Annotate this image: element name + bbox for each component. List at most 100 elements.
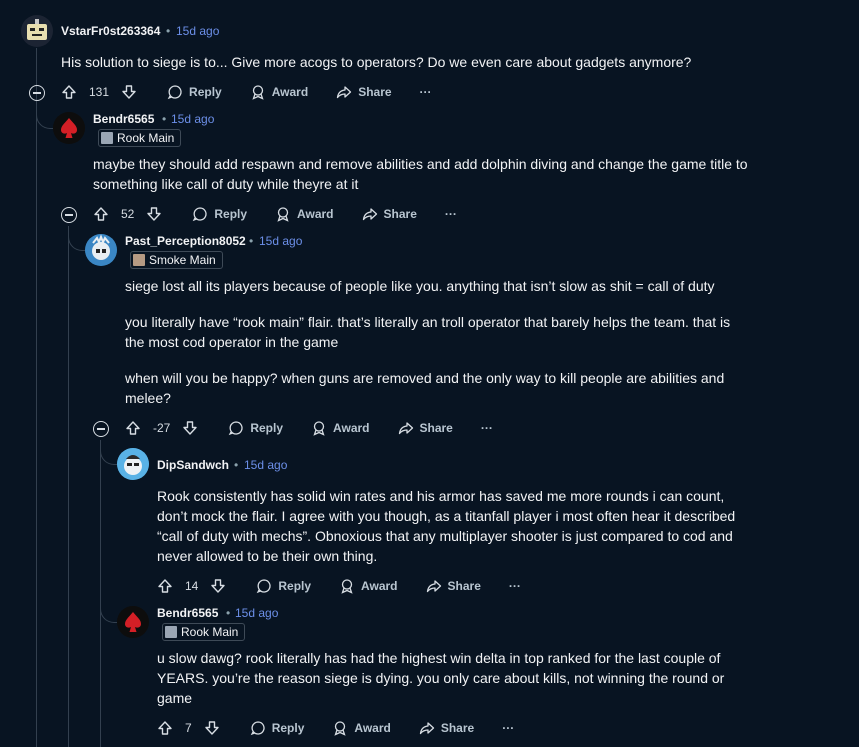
share-button[interactable]: Share: [336, 84, 392, 100]
reply-button[interactable]: Reply: [256, 578, 311, 594]
comment-actions: 131 Reply Award Share ···: [61, 82, 460, 102]
vote-score: 14: [185, 579, 199, 593]
award-button[interactable]: Award: [275, 206, 334, 222]
comment-timestamp[interactable]: 15d ago: [171, 112, 214, 126]
user-flair: Rook Main: [98, 129, 182, 147]
downvote-icon[interactable]: [204, 720, 220, 736]
comment-body: maybe they should add respawn and remove…: [93, 154, 753, 194]
award-button[interactable]: Award: [332, 720, 391, 736]
more-options-button[interactable]: ···: [420, 85, 432, 99]
share-button[interactable]: Share: [426, 578, 481, 594]
comment-body: siege lost all its players because of pe…: [125, 276, 745, 408]
vote-score: 131: [89, 85, 110, 99]
comment-author[interactable]: Past_Perception8052: [125, 234, 246, 248]
flair-text: Rook Main: [181, 625, 239, 639]
flair-text: Rook Main: [117, 131, 175, 145]
comment-author[interactable]: Bendr6565: [93, 112, 154, 126]
downvote-icon[interactable]: [210, 578, 226, 594]
share-icon: [426, 580, 441, 593]
separator-dot: •: [162, 112, 167, 126]
comment-timestamp[interactable]: 15d ago: [176, 24, 219, 38]
comment-actions: 14 Reply Award Share ···: [157, 576, 549, 596]
vote-group: 52: [93, 206, 162, 222]
vote-score: -27: [153, 421, 171, 435]
comment-actions: 52 Reply Award Share ···: [93, 204, 485, 224]
comment-paragraph: His solution to siege is to... Give more…: [61, 54, 692, 70]
upvote-icon[interactable]: [61, 84, 77, 100]
share-button[interactable]: Share: [362, 206, 417, 222]
share-icon: [362, 208, 377, 221]
collapse-thread-button[interactable]: [61, 207, 77, 223]
comment-paragraph: u slow dawg? rook literally has had the …: [157, 650, 725, 706]
avatar[interactable]: [21, 15, 53, 47]
comment-bubble-icon: [193, 207, 207, 222]
comment-actions: 7 Reply Award Share ···: [157, 718, 542, 738]
comment-timestamp[interactable]: 15d ago: [244, 458, 287, 472]
award-label: Award: [361, 579, 398, 593]
reply-button[interactable]: Reply: [250, 720, 305, 736]
separator-dot: •: [166, 24, 171, 38]
more-options-button[interactable]: ···: [445, 207, 457, 221]
comment-actions: -27 Reply Award Share ···: [125, 418, 521, 438]
comment-timestamp[interactable]: 15d ago: [259, 234, 302, 248]
vote-group: 131: [61, 84, 137, 100]
share-label: Share: [358, 85, 392, 99]
upvote-icon[interactable]: [157, 720, 173, 736]
reply-button[interactable]: Reply: [228, 420, 283, 436]
flair-icon: [165, 626, 177, 638]
award-button[interactable]: Award: [339, 578, 398, 594]
avatar[interactable]: [117, 448, 149, 480]
award-label: Award: [333, 421, 370, 435]
thread-connector: [100, 590, 119, 623]
share-button[interactable]: Share: [398, 420, 453, 436]
upvote-icon[interactable]: [157, 578, 173, 594]
comment-bubble-icon: [257, 579, 271, 594]
comment-author[interactable]: Bendr6565: [157, 606, 218, 620]
downvote-icon[interactable]: [182, 420, 198, 436]
flair-icon: [101, 132, 113, 144]
more-options-button[interactable]: ···: [509, 579, 521, 593]
flair-text: Smoke Main: [149, 253, 216, 267]
share-label: Share: [440, 721, 475, 735]
downvote-icon[interactable]: [121, 84, 137, 100]
share-icon: [419, 722, 434, 735]
upvote-icon[interactable]: [125, 420, 141, 436]
share-label: Share: [419, 421, 453, 435]
reply-label: Reply: [271, 721, 305, 735]
award-icon: [252, 85, 264, 100]
reply-label: Reply: [189, 85, 222, 99]
reply-button[interactable]: Reply: [192, 206, 247, 222]
collapse-thread-button[interactable]: [29, 85, 45, 101]
collapse-thread-button[interactable]: [93, 421, 109, 437]
avatar[interactable]: [85, 234, 117, 266]
comment-paragraph: siege lost all its players because of pe…: [125, 278, 715, 294]
comment-author[interactable]: VstarFr0st263364: [61, 24, 160, 38]
vote-group: 7: [157, 720, 220, 736]
more-options-button[interactable]: ···: [502, 721, 514, 735]
award-icon: [313, 421, 325, 436]
comment-bubble-icon: [250, 721, 265, 736]
separator-dot: •: [234, 458, 239, 472]
comment-bubble-icon: [229, 421, 243, 436]
more-options-button[interactable]: ···: [481, 421, 493, 435]
vote-score: 7: [185, 721, 192, 735]
comment-author[interactable]: DipSandwch: [157, 458, 229, 472]
downvote-icon[interactable]: [146, 206, 162, 222]
award-button[interactable]: Award: [250, 84, 308, 100]
upvote-icon[interactable]: [93, 206, 109, 222]
comment-paragraph: when will you be happy? when guns are re…: [125, 370, 725, 406]
comment-body: Rook consistently has solid win rates an…: [157, 486, 747, 566]
thread-line[interactable]: [68, 226, 69, 747]
share-button[interactable]: Share: [419, 720, 474, 736]
comment-paragraph: maybe they should add respawn and remove…: [93, 156, 748, 192]
avatar[interactable]: [53, 112, 85, 144]
comment-timestamp[interactable]: 15d ago: [235, 606, 278, 620]
avatar[interactable]: [117, 606, 149, 638]
award-button[interactable]: Award: [311, 420, 370, 436]
reply-button[interactable]: Reply: [167, 84, 222, 100]
thread-line[interactable]: [36, 48, 37, 747]
separator-dot: •: [226, 606, 231, 620]
reply-label: Reply: [250, 421, 284, 435]
comment-body: u slow dawg? rook literally has had the …: [157, 648, 747, 708]
vote-score: 52: [121, 207, 135, 221]
